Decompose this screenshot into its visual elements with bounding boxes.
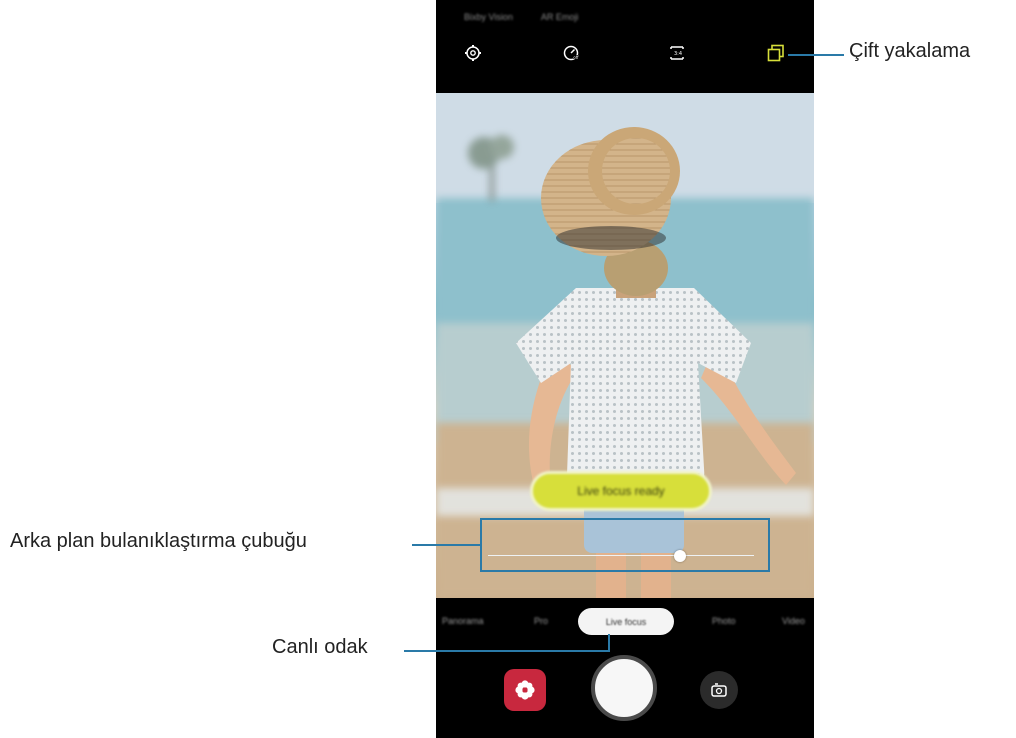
gallery-thumbnail[interactable] <box>504 669 546 711</box>
svg-text:3:4: 3:4 <box>674 51 682 57</box>
blur-bar-highlight-box <box>480 518 770 572</box>
svg-text:off: off <box>573 55 578 60</box>
live-focus-status-pill: Live focus ready <box>530 471 712 511</box>
shutter-button[interactable] <box>591 655 657 721</box>
phone-screen: Bixby Vision AR Emoji off 3:4 Live focus… <box>436 0 814 738</box>
settings-icon[interactable] <box>462 42 484 64</box>
mode-live-focus-label: Live focus <box>605 616 647 627</box>
timer-icon[interactable]: off <box>560 42 582 64</box>
switch-camera-icon <box>711 683 727 697</box>
live-focus-leader-h <box>404 650 610 652</box>
mode-live-focus[interactable]: Live focus <box>578 608 674 635</box>
mode-photo[interactable]: Photo <box>712 616 736 626</box>
dual-capture-leader-line <box>788 54 844 56</box>
live-focus-callout: Canlı odak <box>272 636 368 658</box>
camera-mode-bar: Panorama Pro Live focus Photo Video <box>436 598 814 648</box>
ar-emoji-link[interactable]: AR Emoji <box>541 12 579 22</box>
switch-camera-button[interactable] <box>700 671 738 709</box>
flower-icon <box>515 680 535 700</box>
mode-panorama[interactable]: Panorama <box>442 616 484 626</box>
bixby-vision-link[interactable]: Bixby Vision <box>464 12 513 22</box>
blur-bar-leader-line <box>412 544 480 546</box>
mode-video[interactable]: Video <box>782 616 805 626</box>
dual-capture-callout: Çift yakalama <box>849 40 971 62</box>
camera-bottom-bar <box>436 648 814 738</box>
top-labels: Bixby Vision AR Emoji <box>464 12 578 22</box>
live-focus-status-text: Live focus ready <box>577 484 665 498</box>
blur-bar-callout: Arka plan bulanıklaştırma çubuğu <box>10 530 307 552</box>
dual-capture-icon[interactable] <box>765 42 787 64</box>
camera-top-bar: Bixby Vision AR Emoji off 3:4 <box>436 0 814 93</box>
live-focus-leader-v <box>608 634 610 652</box>
aspect-ratio-icon[interactable]: 3:4 <box>666 42 688 64</box>
mode-pro[interactable]: Pro <box>534 616 548 626</box>
